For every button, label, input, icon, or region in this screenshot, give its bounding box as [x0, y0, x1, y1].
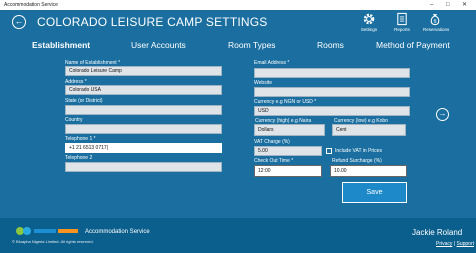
save-button[interactable]: Save — [342, 182, 407, 203]
gear-icon — [363, 13, 375, 25]
telephone1-input[interactable]: +1 21 6513 0717| — [65, 143, 222, 153]
svg-text:$: $ — [434, 19, 437, 25]
document-icon — [397, 12, 407, 26]
support-link[interactable]: Support — [457, 241, 475, 247]
email-input[interactable] — [254, 68, 410, 78]
footer-links: Privacy | Support — [436, 241, 474, 247]
refund-input[interactable]: 10.00 — [330, 165, 407, 177]
currency-input[interactable]: USD — [254, 106, 410, 116]
maximize-icon[interactable]: □ — [446, 0, 450, 10]
settings-label: Settings — [360, 27, 378, 32]
country-input[interactable] — [65, 124, 222, 134]
user-name: Jackie Roland — [412, 228, 463, 237]
include-vat-label: Include VAT in Prices — [335, 148, 382, 154]
minimize-icon[interactable]: – — [430, 0, 433, 10]
tab-user-accounts[interactable]: User Accounts — [131, 40, 186, 50]
reports-button[interactable]: Reports — [390, 12, 414, 32]
establishment-form: Name of Establishment * Colorado Leisure… — [0, 54, 476, 218]
privacy-link[interactable]: Privacy — [436, 241, 452, 247]
address-input[interactable]: Colorado USA — [65, 85, 222, 95]
state-input[interactable] — [65, 105, 222, 115]
tab-method-of-payment[interactable]: Method of Payment — [376, 40, 450, 50]
window-title: Accommodation Service — [4, 2, 58, 8]
next-arrow-icon[interactable]: → — [436, 108, 449, 121]
settings-button[interactable]: Settings — [357, 12, 381, 32]
tab-establishment[interactable]: Establishment — [32, 40, 90, 50]
tab-rooms[interactable]: Rooms — [317, 40, 344, 50]
telephone2-input[interactable] — [65, 162, 222, 172]
website-input[interactable] — [254, 87, 410, 97]
back-arrow-icon[interactable]: ← — [12, 15, 26, 29]
refund-label: Refund Surcharge (%) — [332, 158, 382, 164]
telephone2-label: Telephone 2 — [65, 155, 93, 161]
close-icon[interactable]: ✕ — [462, 0, 467, 10]
name-input[interactable]: Colorado Leisure Camp — [65, 66, 222, 76]
page-header: ← COLORADO LEISURE CAMP SETTINGS Setting… — [0, 10, 476, 40]
settings-tabs: Establishment User Accounts Room Types R… — [0, 40, 476, 54]
checkout-input[interactable]: 12:00 — [254, 165, 322, 177]
reservations-button[interactable]: $ Reservations — [423, 12, 450, 32]
vat-input[interactable]: 5.00 — [254, 146, 322, 156]
footer: Accommodation Service © Bluapha Nigeria … — [0, 218, 476, 253]
checkout-label: Check Out Time * — [254, 158, 294, 164]
window-titlebar: Accommodation Service – □ ✕ — [0, 0, 476, 10]
currency-high-input[interactable]: Dollars — [254, 124, 325, 136]
footer-brand: Accommodation Service — [85, 229, 150, 235]
copyright-text: © Bluapha Nigeria Limited. All rights re… — [12, 239, 94, 244]
bluapha-logo — [16, 227, 78, 235]
state-label: State (or District) — [65, 98, 103, 104]
reservations-label: Reservations — [423, 27, 450, 32]
country-label: Country — [65, 117, 83, 123]
money-bag-icon: $ — [430, 14, 440, 26]
vat-label: VAT Charge (%) — [254, 139, 290, 145]
tab-room-types[interactable]: Room Types — [228, 40, 276, 50]
currency-label: Currency e.g NGN or USD * — [254, 99, 317, 105]
email-label: Email Address * — [254, 60, 290, 66]
include-vat-checkbox[interactable] — [326, 148, 332, 154]
currency-low-input[interactable]: Cent — [332, 124, 406, 136]
website-label: Website — [254, 80, 272, 86]
footer-separator: | — [453, 241, 456, 247]
page-title: COLORADO LEISURE CAMP SETTINGS — [37, 15, 268, 29]
telephone1-label: Telephone 1 * — [65, 136, 96, 142]
reports-label: Reports — [394, 27, 410, 32]
